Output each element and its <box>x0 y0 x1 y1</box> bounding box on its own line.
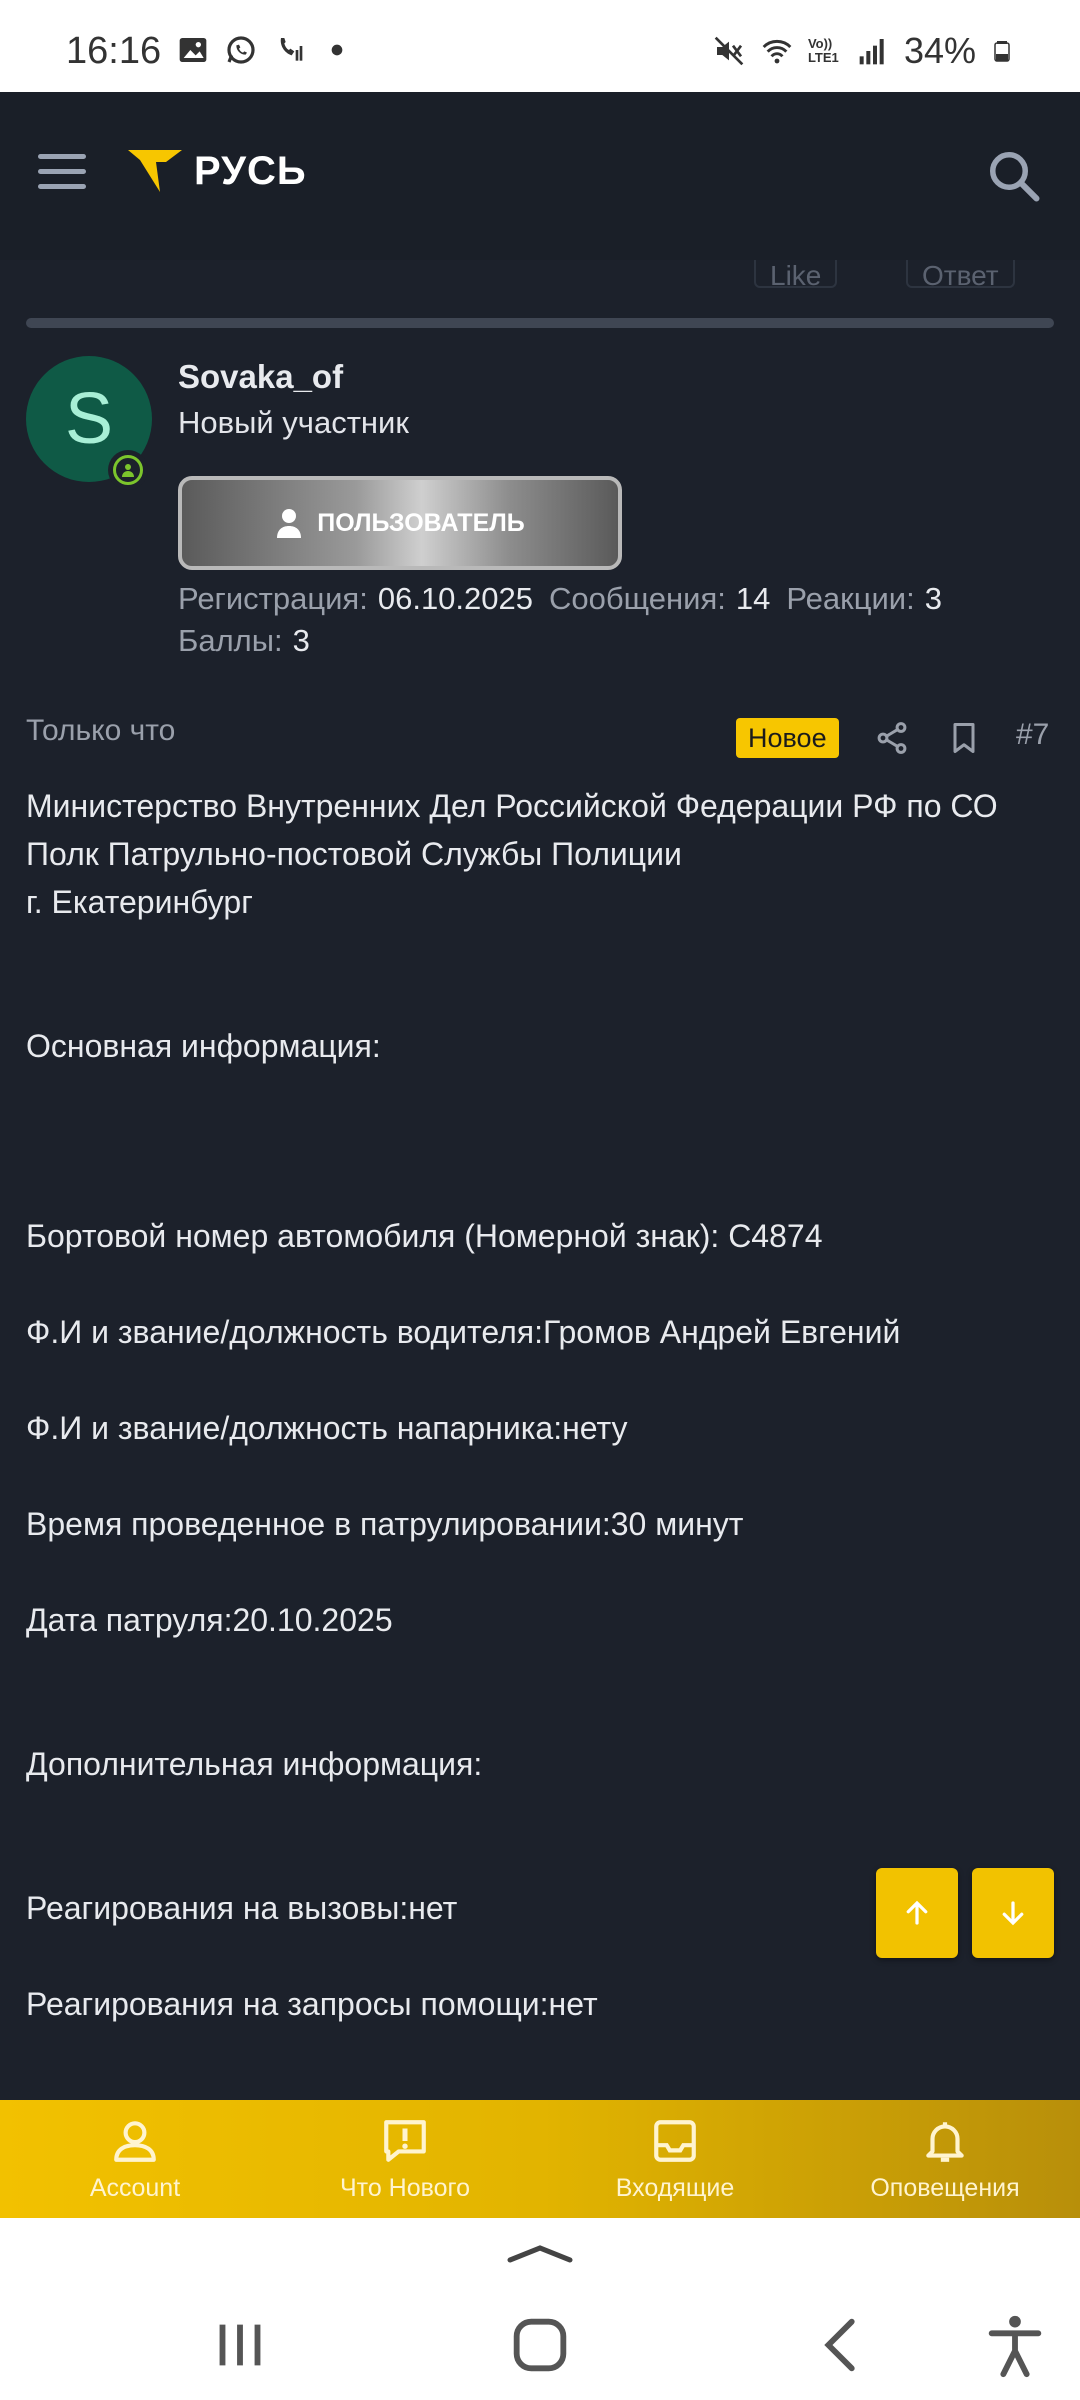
battery-percent: 34% <box>903 30 976 71</box>
new-badge: Новое <box>736 718 839 758</box>
whats-new-icon <box>384 2119 426 2162</box>
accessibility-icon[interactable] <box>980 2310 1050 2380</box>
nav-inbox-label: Входящие <box>615 2173 735 2202</box>
search-icon[interactable] <box>984 146 1044 206</box>
online-status-icon <box>108 450 148 490</box>
nav-notifications[interactable]: Оповещения <box>810 2100 1080 2218</box>
scroll-up-button[interactable] <box>876 1868 958 1958</box>
wifi-icon <box>762 40 792 64</box>
post-line: Ф.И и звание/должность водителя:Громов А… <box>26 1314 901 1350</box>
whatsapp-icon <box>227 36 255 64</box>
previous-like-label: Like <box>770 260 822 288</box>
app-header: РУСЬ <box>0 92 1080 260</box>
chevron-up-icon[interactable] <box>500 2238 580 2268</box>
post-separator <box>26 318 1054 328</box>
role-badge: ПОЛЬЗОВАТЕЛЬ <box>178 476 622 570</box>
previous-reply-label: Ответ <box>922 260 999 288</box>
user-stats: Регистрация: 06.10.2025 Сообщения: 14 Реакци… <box>178 578 1038 662</box>
post-line: Дополнительная информация: <box>26 1746 483 1782</box>
nav-notifications-label: Оповещения <box>870 2173 1020 2202</box>
post-line: г. Екатеринбург <box>26 884 253 920</box>
status-left-icons <box>176 34 354 66</box>
username-link[interactable]: Sovaka_of <box>178 358 343 396</box>
site-logo[interactable]: РУСЬ <box>126 148 307 194</box>
nav-whats-new-label: Что Нового <box>339 2173 471 2202</box>
volte-icon: Vo)) LTE1 <box>807 36 839 65</box>
battery-icon <box>994 41 1010 62</box>
logo-text: РУСЬ <box>194 148 307 193</box>
registration-value: 06.10.2025 <box>377 581 533 616</box>
messages-label: Сообщения: <box>549 581 726 616</box>
post-line: Основная информация: <box>26 1028 381 1064</box>
user-icon <box>277 509 302 538</box>
user-title: Новый участник <box>178 405 409 440</box>
status-right-icons: Vo)) LTE1 34% <box>712 30 1014 72</box>
image-icon <box>179 38 207 62</box>
system-nav-bar <box>0 2218 1080 2400</box>
mute-icon <box>714 36 744 66</box>
post-line: Министерство Внутренних Дел Российской Ф… <box>26 788 998 824</box>
nav-account-label: Account <box>89 2173 181 2202</box>
signal-icon <box>859 39 884 65</box>
status-time: 16:16 <box>66 30 162 72</box>
points-label: Баллы: <box>178 623 283 658</box>
role-badge-label: ПОЛЬЗОВАТЕЛЬ <box>317 508 525 537</box>
post-line: Полк Патрульно-постовой Службы Полиции <box>26 836 682 872</box>
account-icon <box>114 2120 156 2162</box>
logo-icon <box>128 150 182 192</box>
post-body: Министерство Внутренних Дел Российской Ф… <box>26 782 1056 2028</box>
previous-like-button[interactable]: Like <box>754 260 838 288</box>
post-line: Реагирования на запросы помощи:нет <box>26 1986 598 2022</box>
nav-account[interactable]: Account <box>0 2100 270 2218</box>
recent-apps-icon[interactable] <box>205 2310 275 2380</box>
dot-icon <box>331 44 343 56</box>
arrow-down-icon <box>1002 1901 1024 1926</box>
inbox-icon <box>654 2119 696 2162</box>
bookmark-icon[interactable] <box>946 720 982 756</box>
registration-label: Регистрация: <box>178 581 368 616</box>
scroll-down-button[interactable] <box>972 1868 1054 1958</box>
menu-button[interactable] <box>38 154 86 194</box>
post-line: Ф.И и звание/должность напарника:нету <box>26 1410 628 1446</box>
post-line: Время проведенное в патрулировании:30 ми… <box>26 1506 744 1542</box>
arrow-up-icon <box>906 1900 928 1925</box>
post-line: Бортовой номер автомобиля (Номерной знак… <box>26 1218 823 1254</box>
call-icon <box>280 38 303 61</box>
points-value: 3 <box>292 623 310 658</box>
status-bar: 16:16 Vo)) LTE1 34% <box>0 0 1080 92</box>
post-line: Дата патруля:20.10.2025 <box>26 1602 393 1638</box>
messages-value: 14 <box>735 581 771 616</box>
menu-icon <box>38 154 86 159</box>
back-icon[interactable] <box>808 2310 878 2380</box>
home-icon[interactable] <box>505 2310 575 2380</box>
share-icon[interactable] <box>874 720 910 756</box>
reactions-label: Реакции: <box>786 581 915 616</box>
nav-inbox[interactable]: Входящие <box>540 2100 810 2218</box>
reactions-value: 3 <box>924 581 942 616</box>
post-number-link[interactable]: #7 <box>1016 718 1049 752</box>
nav-whats-new[interactable]: Что Нового <box>270 2100 540 2218</box>
post-time[interactable]: Только что <box>26 714 175 748</box>
bottom-nav: Account Что Нового Входящие Оповещения <box>0 2100 1080 2218</box>
bell-icon <box>926 2121 964 2162</box>
previous-reply-button[interactable]: Ответ <box>906 260 1015 288</box>
